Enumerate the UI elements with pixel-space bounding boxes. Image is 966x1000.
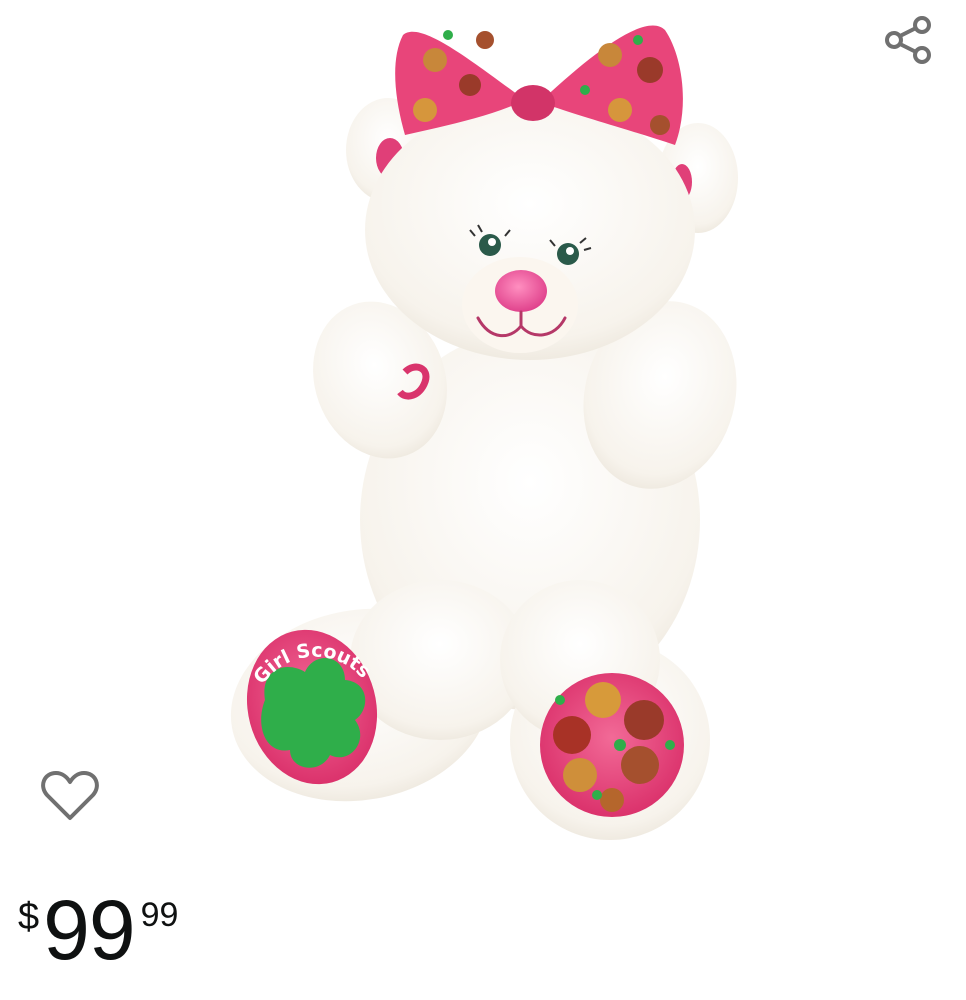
price-currency-symbol: $ [18, 896, 40, 938]
price: $ 99 99 [18, 888, 178, 978]
price-fraction: 99 [140, 896, 179, 934]
product-image[interactable]: Girl Scouts [220, 0, 760, 860]
teddy-bear-illustration: Girl Scouts [230, 25, 738, 840]
share-icon [885, 16, 931, 64]
share-button[interactable] [878, 10, 938, 70]
wishlist-button[interactable] [38, 766, 102, 826]
right-foot-pad [540, 673, 684, 817]
price-whole: 99 [43, 883, 135, 977]
heart-outline-icon [41, 771, 99, 820]
